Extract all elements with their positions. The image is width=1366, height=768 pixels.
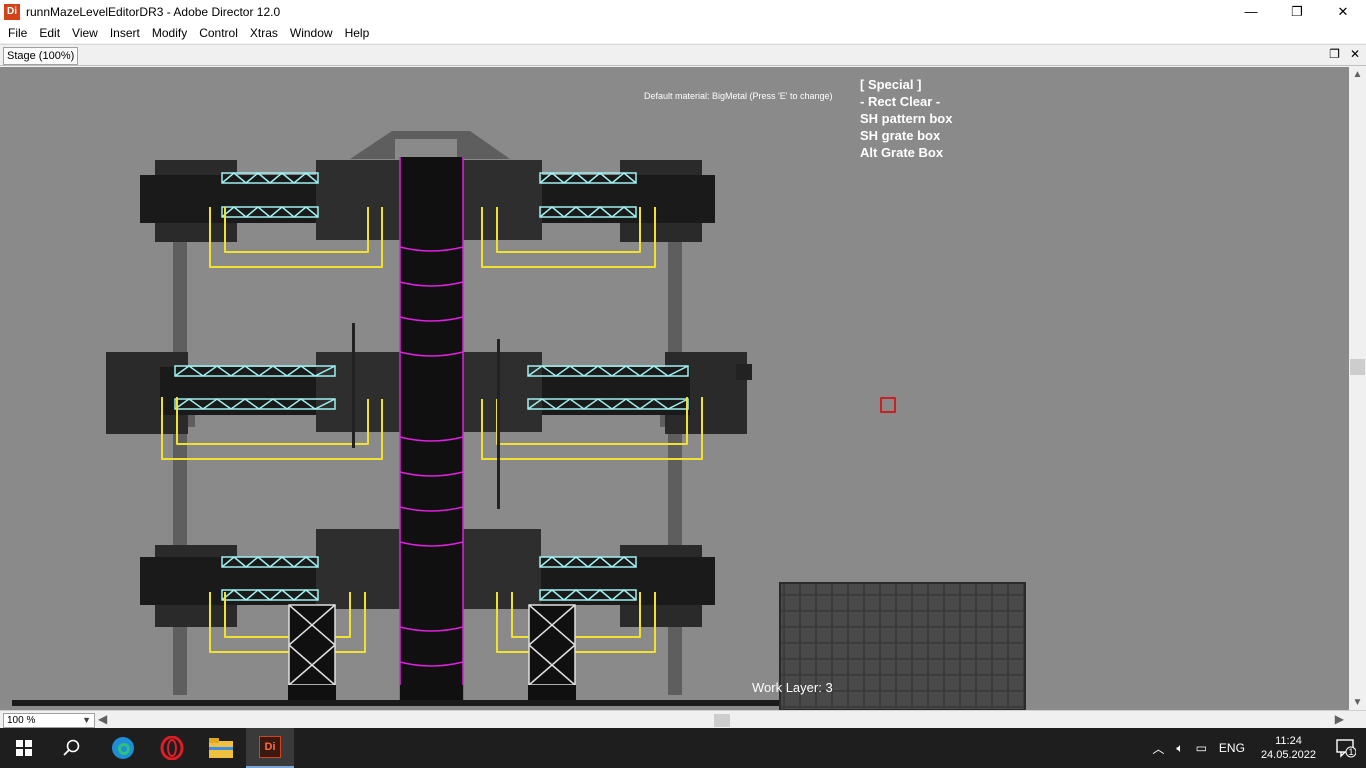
director-app-icon[interactable]: Di	[246, 728, 294, 768]
clock-date: 24.05.2022	[1260, 749, 1316, 761]
edge-browser-icon[interactable]	[99, 728, 147, 768]
scroll-right-icon[interactable]: ▶	[1335, 712, 1344, 726]
windows-start-icon[interactable]	[0, 728, 48, 768]
zoom-value: 100 %	[7, 715, 36, 726]
vertical-scroll-thumb[interactable]	[1350, 359, 1365, 375]
menu-edit[interactable]: Edit	[33, 26, 66, 40]
clock[interactable]: 11:24 24.05.2022	[1251, 734, 1326, 762]
zoom-select[interactable]: 100 % ▼	[3, 713, 95, 728]
language-indicator[interactable]: ENG	[1213, 741, 1251, 755]
stage-restore-icon[interactable]: ❐	[1329, 47, 1340, 61]
close-button[interactable]: ✕	[1320, 0, 1366, 23]
speaker-icon[interactable]: 🔈︎	[1170, 741, 1189, 756]
taskbar: Di ︿ 🔈︎ ▭ ENG 11:24 24.05.2022 1	[0, 728, 1366, 768]
panel-line-sh-pattern-box: SH pattern box	[860, 111, 953, 126]
menu-window[interactable]: Window	[284, 26, 339, 40]
horizontal-scroll-thumb[interactable]	[714, 714, 730, 727]
panel-line-sh-grate-box: SH grate box	[860, 128, 941, 143]
panel-line-rect-clear: - Rect Clear -	[860, 94, 941, 109]
scroll-up-icon[interactable]: ▲	[1349, 69, 1366, 80]
menu-insert[interactable]: Insert	[104, 26, 146, 40]
menu-help[interactable]: Help	[339, 26, 376, 40]
menu-file[interactable]: File	[2, 26, 33, 40]
scroll-down-icon[interactable]: ▼	[1349, 697, 1366, 708]
opera-browser-icon[interactable]	[148, 728, 196, 768]
director-app-icon: Di	[4, 3, 20, 20]
scroll-left-icon[interactable]: ◀	[98, 712, 107, 726]
menu-modify[interactable]: Modify	[146, 26, 193, 40]
chevron-down-icon: ▼	[82, 715, 91, 725]
chevron-up-icon[interactable]: ︿	[1146, 740, 1170, 757]
file-explorer-icon[interactable]	[197, 728, 245, 768]
default-material-label: Default material: BigMetal (Press 'E' to…	[644, 91, 833, 101]
system-tray: ︿ 🔈︎ ▭ ENG 11:24 24.05.2022 1	[1146, 728, 1366, 768]
title-bar: Di runnMazeLevelEditorDR3 - Adobe Direct…	[0, 0, 1366, 23]
menu-bar: File Edit View Insert Modify Control Xtr…	[0, 23, 1366, 43]
work-layer-label: Work Layer: 3	[752, 680, 833, 695]
stage-tab-bar: Stage (100%) ❐ ✕	[0, 44, 1366, 66]
panel-line-alt-grate-box: Alt Grate Box	[860, 145, 944, 160]
special-tools-panel: [ Special ] - Rect Clear - SH pattern bo…	[860, 76, 952, 161]
minimize-button[interactable]: —	[1228, 0, 1274, 23]
window-controls: — ❐ ✕	[1228, 0, 1366, 23]
level-map-graphic	[12, 131, 1026, 710]
network-icon[interactable]: ▭	[1190, 741, 1213, 755]
restore-button[interactable]: ❐	[1274, 0, 1320, 23]
panel-line-special: [ Special ]	[860, 77, 922, 92]
clock-time: 11:24	[1275, 735, 1302, 747]
menu-view[interactable]: View	[66, 26, 104, 40]
menu-control[interactable]: Control	[193, 26, 244, 40]
window-title: runnMazeLevelEditorDR3 - Adobe Director …	[26, 4, 281, 19]
search-icon[interactable]	[48, 728, 96, 768]
tab-stage[interactable]: Stage (100%)	[3, 47, 79, 65]
notification-count: 1	[1348, 747, 1354, 757]
notification-icon[interactable]: 1	[1326, 728, 1366, 768]
stage-close-icon[interactable]: ✕	[1350, 47, 1360, 61]
stage-canvas[interactable]: Default material: BigMetal (Press 'E' to…	[0, 67, 1349, 710]
menu-xtras[interactable]: Xtras	[244, 26, 284, 40]
vertical-scrollbar[interactable]: ▲ ▼	[1349, 67, 1366, 710]
bottom-bar: 100 % ▼ ◀ ▶	[0, 710, 1366, 728]
